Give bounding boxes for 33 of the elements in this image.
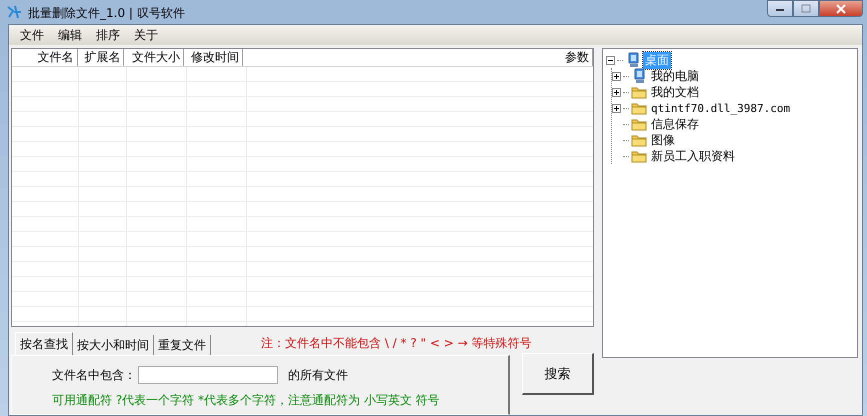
column-header[interactable]: 文件大小 — [124, 49, 184, 66]
window-title: 批量删除文件_1.0 | 叹号软件 — [28, 4, 186, 22]
menu-item[interactable]: 关于 — [127, 26, 165, 44]
tree-item[interactable]: qtintf70.dll_3987.com — [649, 102, 792, 114]
tab[interactable]: 按名查找 — [15, 332, 73, 355]
collapse-icon[interactable] — [606, 56, 615, 64]
expand-icon[interactable] — [612, 72, 621, 80]
menu-item[interactable]: 编辑 — [51, 26, 89, 44]
hint-text: 可用通配符 ?代表一个字符 *代表多个字符，注意通配符为 小写英文 符号 — [52, 392, 441, 409]
column-header[interactable]: 参数 — [242, 49, 593, 66]
minimize-button[interactable] — [767, 0, 793, 17]
input-field[interactable] — [138, 366, 278, 384]
column-header[interactable]: 文件名 — [12, 49, 78, 66]
expand-icon[interactable] — [612, 104, 621, 112]
tree-item[interactable]: 新员工入职资料 — [649, 148, 737, 164]
note-text: 注：文件名中不能包含 \ / * ? " < > → 等特殊符号 — [261, 334, 532, 352]
close-button[interactable] — [819, 0, 863, 17]
expand-icon[interactable] — [612, 88, 621, 96]
menu-item[interactable]: 文件 — [13, 26, 51, 44]
close-icon — [836, 4, 846, 14]
tree-item[interactable]: 信息保存 — [649, 116, 701, 132]
field-suffix: 的所有文件 — [288, 366, 348, 384]
maximize-button[interactable] — [793, 0, 819, 17]
field-label: 文件名中包含： — [52, 366, 136, 384]
tree-item[interactable]: 图像 — [649, 132, 677, 148]
column-header[interactable]: 修改时间 — [184, 49, 243, 66]
tree-item[interactable]: 我的电脑 — [649, 68, 701, 84]
menu-item[interactable]: 排序 — [89, 26, 127, 44]
column-header[interactable]: 扩展名 — [78, 49, 124, 66]
maximize-icon — [801, 4, 811, 13]
app-icon — [6, 4, 22, 20]
tree-item[interactable]: 我的文档 — [649, 84, 701, 100]
search-button[interactable]: 搜索 — [522, 353, 594, 395]
